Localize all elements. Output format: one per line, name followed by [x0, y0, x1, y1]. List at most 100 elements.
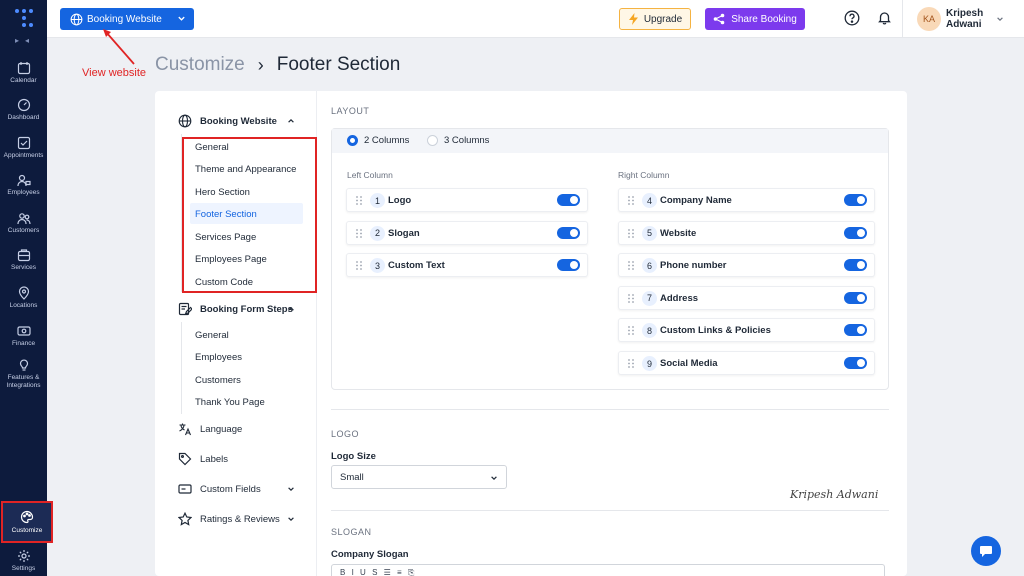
chevron-down-icon[interactable] [287, 485, 295, 493]
chevron-down-icon[interactable] [287, 515, 295, 523]
chevron-up-icon[interactable] [287, 305, 295, 313]
finance-icon [16, 326, 31, 336]
section-title-logo: LOGO [331, 429, 360, 439]
drag-handle-icon[interactable] [628, 196, 634, 205]
radio-3-columns-label[interactable]: 3 Columns [444, 135, 489, 146]
footer-layout-row[interactable]: 1 Logo [346, 188, 588, 212]
row-number: 1 [370, 193, 385, 208]
strikethrough-icon[interactable]: S [372, 568, 379, 576]
row-toggle[interactable] [557, 194, 580, 206]
avatar[interactable]: KA [917, 7, 941, 31]
row-toggle[interactable] [844, 324, 867, 337]
list-icon[interactable]: ☰ [384, 568, 393, 576]
section-divider [331, 409, 889, 410]
row-number: 2 [370, 225, 385, 241]
help-icon[interactable] [844, 10, 860, 26]
share-booking-button[interactable]: Share Booking [705, 8, 805, 30]
sidebar-item-appointments[interactable]: Appointments [0, 136, 47, 160]
notification-bell-icon[interactable] [877, 10, 892, 25]
calendar-icon [17, 62, 30, 75]
drag-handle-icon[interactable] [628, 326, 634, 336]
sidebar-item-settings[interactable]: Settings [0, 549, 47, 573]
row-toggle[interactable] [844, 226, 867, 239]
radio-2-columns[interactable] [347, 135, 358, 146]
sidebar-item-features-integrations[interactable]: Features & Integrations [0, 358, 47, 390]
drag-handle-icon[interactable] [356, 196, 362, 205]
breadcrumb-parent[interactable]: Customize [155, 54, 245, 76]
row-toggle[interactable] [844, 357, 867, 369]
link-icon[interactable]: ⎘ [408, 568, 416, 576]
logo-size-label: Logo Size [331, 451, 376, 462]
topbar-divider [902, 0, 903, 38]
booking-website-selector-label: Booking Website [87, 13, 162, 25]
row-number: 6 [642, 258, 657, 274]
row-toggle[interactable] [844, 259, 867, 272]
editor-toolbar[interactable]: B I U S ☰ ≡ ⎘ [340, 568, 720, 576]
align-icon[interactable]: ≡ [397, 568, 404, 576]
bold-icon[interactable]: B [340, 568, 347, 576]
sidebar-item-finance[interactable]: Finance [0, 324, 47, 348]
footer-layout-row[interactable]: 3 Custom Text [346, 253, 588, 278]
row-label: Phone number [660, 260, 727, 272]
sidebar-item-services[interactable]: Services [0, 248, 47, 272]
sidebar-item-customize[interactable]: Customize [1, 501, 53, 543]
nav-item-form-employees[interactable]: Employees [195, 352, 242, 363]
nav-item-custom-fields[interactable]: Custom Fields [178, 482, 261, 496]
nav-item-ratings-reviews[interactable]: Ratings & Reviews [178, 512, 280, 526]
drag-handle-icon[interactable] [628, 293, 634, 303]
footer-layout-row[interactable]: 7 Address [618, 285, 875, 310]
row-number: 5 [642, 225, 657, 241]
user-name[interactable]: Kripesh Adwani [946, 8, 992, 30]
nav-item-labels[interactable]: Labels [178, 452, 228, 466]
nav-item-form-customers[interactable]: Customers [195, 375, 241, 386]
drag-handle-icon[interactable] [628, 359, 634, 368]
drag-handle-icon[interactable] [628, 228, 634, 238]
sidebar-item-customers[interactable]: Customers [0, 211, 47, 235]
italic-icon[interactable]: I [352, 568, 356, 576]
drag-handle-icon[interactable] [628, 261, 634, 271]
nav-item-thank-you-page[interactable]: Thank You Page [195, 397, 265, 408]
nav-label: Custom Fields [200, 483, 261, 495]
sidebar-collapse-icon[interactable]: ▸◂ [15, 36, 35, 45]
footer-layout-row[interactable]: 8 Custom Links & Policies [618, 318, 875, 343]
chat-support-button[interactable] [971, 536, 1001, 566]
radio-2-columns-label[interactable]: 2 Columns [364, 135, 409, 146]
footer-layout-row[interactable]: 6 Phone number [618, 253, 875, 278]
form-edit-icon [178, 302, 192, 316]
chevron-down-icon [491, 476, 497, 481]
sidebar-item-employees[interactable]: Employees [0, 173, 47, 197]
nav-item-language[interactable]: Language [178, 422, 242, 436]
row-toggle[interactable] [557, 226, 580, 239]
chevron-up-icon[interactable] [287, 117, 295, 125]
row-number: 8 [642, 323, 657, 339]
footer-layout-row[interactable]: 2 Slogan [346, 220, 588, 245]
row-toggle[interactable] [557, 259, 580, 272]
globe-icon [178, 114, 192, 128]
company-slogan-label: Company Slogan [331, 549, 409, 560]
drag-handle-icon[interactable] [356, 228, 362, 238]
row-toggle[interactable] [844, 194, 867, 206]
sidebar-item-calendar[interactable]: Calendar [0, 61, 47, 85]
footer-layout-row[interactable]: 9 Social Media [618, 351, 875, 375]
underline-icon[interactable]: U [360, 568, 368, 576]
chevron-down-icon[interactable] [996, 15, 1004, 23]
upgrade-button[interactable]: Upgrade [619, 8, 691, 30]
nav-group-booking-website[interactable]: Booking Website [178, 114, 277, 128]
nav-item-form-general[interactable]: General [195, 330, 229, 341]
logo-size-value: Small [340, 472, 364, 483]
user-last-name: Adwani [946, 19, 982, 30]
nav-group-booking-form-steps[interactable]: Booking Form Steps [178, 302, 293, 316]
custom-fields-icon [178, 484, 192, 494]
radio-3-columns[interactable] [427, 135, 438, 146]
logo-size-select[interactable]: Small [331, 465, 507, 489]
footer-layout-row[interactable]: 5 Website [618, 220, 875, 245]
nav-label: Labels [200, 453, 228, 465]
drag-handle-icon[interactable] [356, 261, 362, 271]
footer-layout-row[interactable]: 4 Company Name [618, 188, 875, 212]
sidebar-item-locations[interactable]: Locations [0, 286, 47, 310]
app-logo-icon[interactable] [14, 8, 34, 28]
sidebar-item-dashboard[interactable]: Dashboard [0, 98, 47, 122]
booking-website-selector[interactable]: Booking Website [60, 8, 194, 30]
row-toggle[interactable] [844, 291, 867, 304]
nav-label: Language [200, 423, 243, 435]
